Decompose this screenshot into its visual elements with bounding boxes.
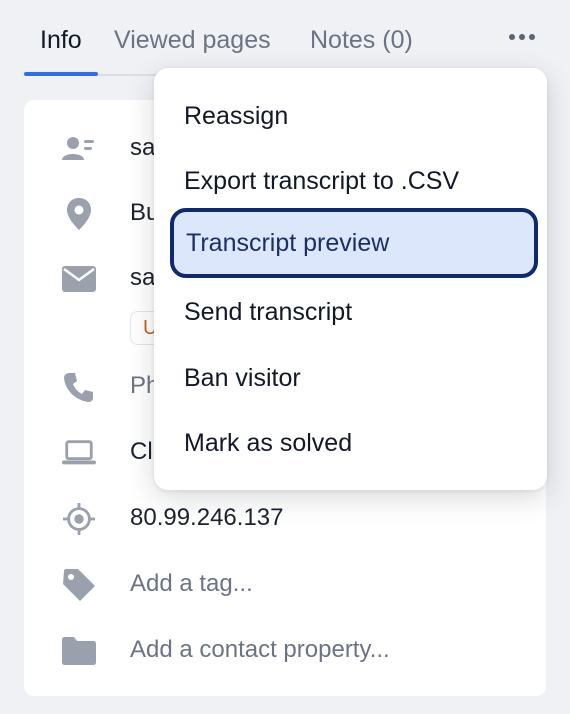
visitor-ip: 80.99.246.137 xyxy=(130,504,284,531)
menu-item-send-transcript[interactable]: Send transcript xyxy=(154,284,547,340)
crosshair-target-icon xyxy=(62,502,96,536)
add-tag-link[interactable]: Add a tag... xyxy=(130,568,253,600)
tab-notes[interactable]: Notes (0) xyxy=(310,22,413,58)
menu-item-reassign[interactable]: Reassign xyxy=(154,88,547,144)
menu-item-mark-solved[interactable]: Mark as solved xyxy=(154,415,547,471)
info-row-property: Add a contact property... xyxy=(24,630,546,670)
tab-bar: Info Viewed pages Notes (0) xyxy=(24,0,546,78)
more-horizontal-icon xyxy=(509,34,535,40)
tab-info[interactable]: Info xyxy=(40,22,82,58)
tab-viewed-pages[interactable]: Viewed pages xyxy=(114,22,271,58)
location-pin-icon xyxy=(62,197,96,231)
visitor-name: sa xyxy=(130,134,156,161)
more-options-button[interactable] xyxy=(504,24,540,50)
visitor-email: sa xyxy=(130,264,156,291)
visitor-browser: Cl xyxy=(130,438,153,465)
add-contact-property-link[interactable]: Add a contact property... xyxy=(130,634,390,666)
more-options-menu: Reassign Export transcript to .CSV Trans… xyxy=(154,68,547,490)
tag-icon xyxy=(62,568,96,602)
phone-icon xyxy=(62,370,96,404)
menu-item-transcript-preview[interactable]: Transcript preview xyxy=(170,208,538,278)
active-tab-indicator xyxy=(24,72,98,76)
chat-details-panel: Info Viewed pages Notes (0) sa Bu sa U P… xyxy=(0,0,570,714)
contact-card-icon xyxy=(62,132,96,166)
info-row-ip: 80.99.246.137 xyxy=(24,498,546,538)
laptop-icon xyxy=(62,436,96,470)
envelope-icon xyxy=(62,262,96,296)
menu-item-ban-visitor[interactable]: Ban visitor xyxy=(154,350,547,406)
info-row-tag: Add a tag... xyxy=(24,564,546,604)
folder-icon xyxy=(62,634,96,668)
menu-item-export-csv[interactable]: Export transcript to .CSV xyxy=(154,153,547,209)
